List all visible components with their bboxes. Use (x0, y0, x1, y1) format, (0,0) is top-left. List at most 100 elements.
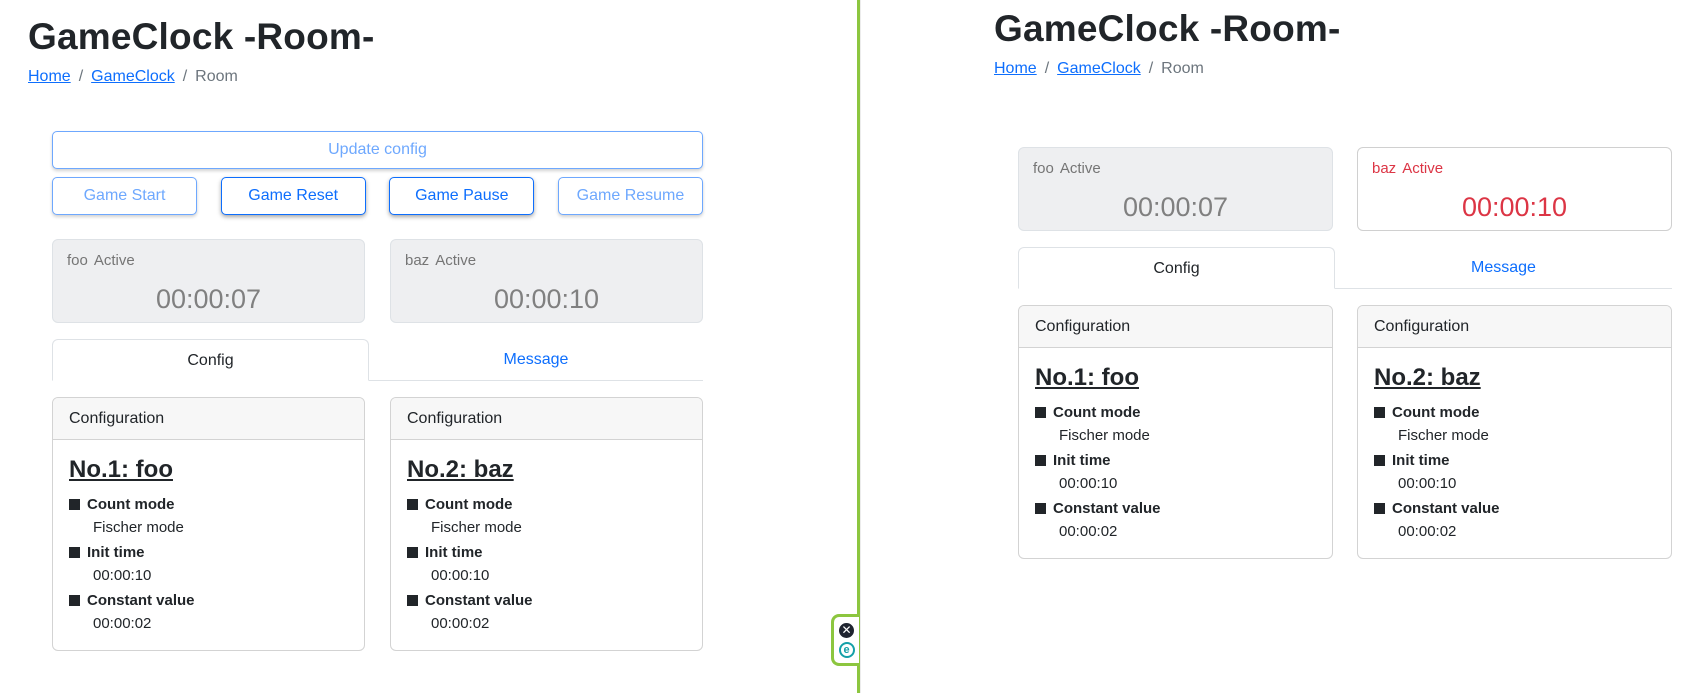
square-bullet-icon (407, 594, 418, 606)
square-bullet-icon (69, 546, 80, 558)
tab-bar: Config Message (52, 339, 703, 381)
clock-player-foo: foo Active 00:00:07 (1018, 147, 1333, 231)
config-item-value: Fischer mode (1398, 427, 1489, 444)
page-title: GameClock -Room- (28, 16, 375, 57)
right-pane: GameClock -Room- Home / GameClock / Room foo… (861, 0, 1698, 693)
breadcrumb-current: Room (195, 68, 238, 85)
config-item-value: 00:00:10 (93, 567, 152, 584)
clock-player-baz: baz Active 00:00:10 (390, 239, 703, 323)
clock-player-baz: baz Active 00:00:10 (1357, 147, 1672, 231)
breadcrumb: Home / GameClock / Room (28, 68, 375, 86)
page-header: GameClock -Room- Home / GameClock / Room (28, 16, 375, 86)
card-title: No.1: foo (69, 456, 173, 483)
config-card-foo: Configuration No.1: foo Count mode Fisch… (52, 397, 365, 651)
config-item-label: Count mode (1035, 400, 1316, 424)
config-item-label: Count mode (1374, 400, 1655, 424)
config-item-label: Init time (1374, 448, 1655, 472)
clock-time: 00:00:07 (1122, 192, 1229, 222)
card-header: Configuration (53, 398, 364, 440)
config-cards: Configuration No.1: foo Count mode Fisch… (52, 397, 703, 651)
tab-config[interactable]: Config (52, 339, 369, 381)
config-item-value: Fischer mode (1059, 427, 1150, 444)
breadcrumb: Home / GameClock / Room (994, 60, 1341, 78)
card-header: Configuration (391, 398, 702, 440)
left-pane: GameClock -Room- Home / GameClock / Room Upd… (0, 0, 857, 693)
clock-time: 00:00:10 (1461, 192, 1568, 222)
config-item-value: 00:00:10 (1059, 475, 1118, 492)
clock-row: foo Active 00:00:07 baz Active 00:00:10 (1018, 147, 1672, 231)
breadcrumb-separator: / (78, 68, 84, 85)
game-start-button[interactable]: Game Start (52, 177, 197, 215)
config-item-label: Count mode (69, 492, 348, 516)
player-status: Active (93, 252, 135, 269)
eset-e-icon[interactable]: e (838, 641, 855, 658)
player-name: foo (1033, 160, 1054, 177)
clock-time: 00:00:07 (155, 284, 262, 314)
breadcrumb-separator: / (1044, 60, 1050, 77)
page-header: GameClock -Room- Home / GameClock / Room (994, 8, 1341, 78)
config-card-foo: Configuration No.1: foo Count mode Fisch… (1018, 305, 1333, 559)
tab-message[interactable]: Message (369, 339, 703, 380)
config-item-label: Constant value (1035, 496, 1316, 520)
config-item-value: 00:00:02 (1398, 523, 1457, 540)
card-header: Configuration (1019, 306, 1332, 348)
breadcrumb-home[interactable]: Home (994, 60, 1037, 77)
square-bullet-icon (1035, 454, 1046, 466)
config-item-label: Constant value (1374, 496, 1655, 520)
player-status: Active (435, 252, 477, 269)
config-item-value: Fischer mode (93, 519, 184, 536)
config-item-value: 00:00:10 (431, 567, 490, 584)
config-item-label: Init time (407, 540, 686, 564)
breadcrumb-home[interactable]: Home (28, 68, 71, 85)
breadcrumb-separator: / (182, 68, 188, 85)
card-header: Configuration (1358, 306, 1671, 348)
close-circle-icon[interactable]: ✕ (839, 622, 854, 638)
config-cards: Configuration No.1: foo Count mode Fisch… (1018, 305, 1672, 559)
square-bullet-icon (1035, 502, 1046, 514)
config-item-value: Fischer mode (431, 519, 522, 536)
card-title: No.1: foo (1035, 364, 1139, 391)
game-resume-button[interactable]: Game Resume (557, 177, 703, 215)
config-card-baz: Configuration No.2: baz Count mode Fisch… (1357, 305, 1672, 559)
config-item-value: 00:00:02 (431, 615, 490, 632)
tab-config[interactable]: Config (1018, 247, 1335, 289)
game-controls: Game Start Game Reset Game Pause Game Re… (52, 177, 703, 215)
square-bullet-icon (1035, 406, 1046, 418)
game-reset-button[interactable]: Game Reset (220, 177, 366, 215)
config-item-label: Count mode (407, 492, 686, 516)
square-bullet-icon (1374, 454, 1385, 466)
card-title: No.2: baz (407, 456, 514, 483)
config-item-label: Constant value (69, 588, 348, 612)
player-status: Active (1402, 160, 1444, 177)
config-item-value: 00:00:02 (93, 615, 152, 632)
square-bullet-icon (69, 498, 80, 510)
player-name: foo (67, 252, 88, 269)
player-name: baz (405, 252, 430, 269)
card-title: No.2: baz (1374, 364, 1481, 391)
game-pause-button[interactable]: Game Pause (389, 177, 535, 215)
clock-row: foo Active 00:00:07 baz Active 00:00:10 (52, 239, 703, 323)
breadcrumb-separator: / (1148, 60, 1154, 77)
breadcrumb-gameclock[interactable]: GameClock (91, 68, 175, 85)
square-bullet-icon (1374, 502, 1385, 514)
square-bullet-icon (1374, 406, 1385, 418)
update-config-button[interactable]: Update config (52, 131, 703, 169)
square-bullet-icon (407, 546, 418, 558)
control-panel: Update config Game Start Game Reset Game… (52, 131, 703, 215)
tab-message[interactable]: Message (1335, 247, 1672, 288)
config-item-label: Constant value (407, 588, 686, 612)
breadcrumb-gameclock[interactable]: GameClock (1057, 60, 1141, 77)
square-bullet-icon (407, 498, 418, 510)
config-item-value: 00:00:02 (1059, 523, 1118, 540)
player-name: baz (1372, 160, 1397, 177)
breadcrumb-current: Room (1161, 60, 1204, 77)
config-item-label: Init time (1035, 448, 1316, 472)
page-title: GameClock -Room- (994, 8, 1341, 49)
square-bullet-icon (69, 594, 80, 606)
player-status: Active (1059, 160, 1101, 177)
clock-player-foo: foo Active 00:00:07 (52, 239, 365, 323)
config-item-value: 00:00:10 (1398, 475, 1457, 492)
extension-widget: ✕ e (831, 614, 859, 666)
config-item-label: Init time (69, 540, 348, 564)
tab-bar: Config Message (1018, 247, 1672, 289)
